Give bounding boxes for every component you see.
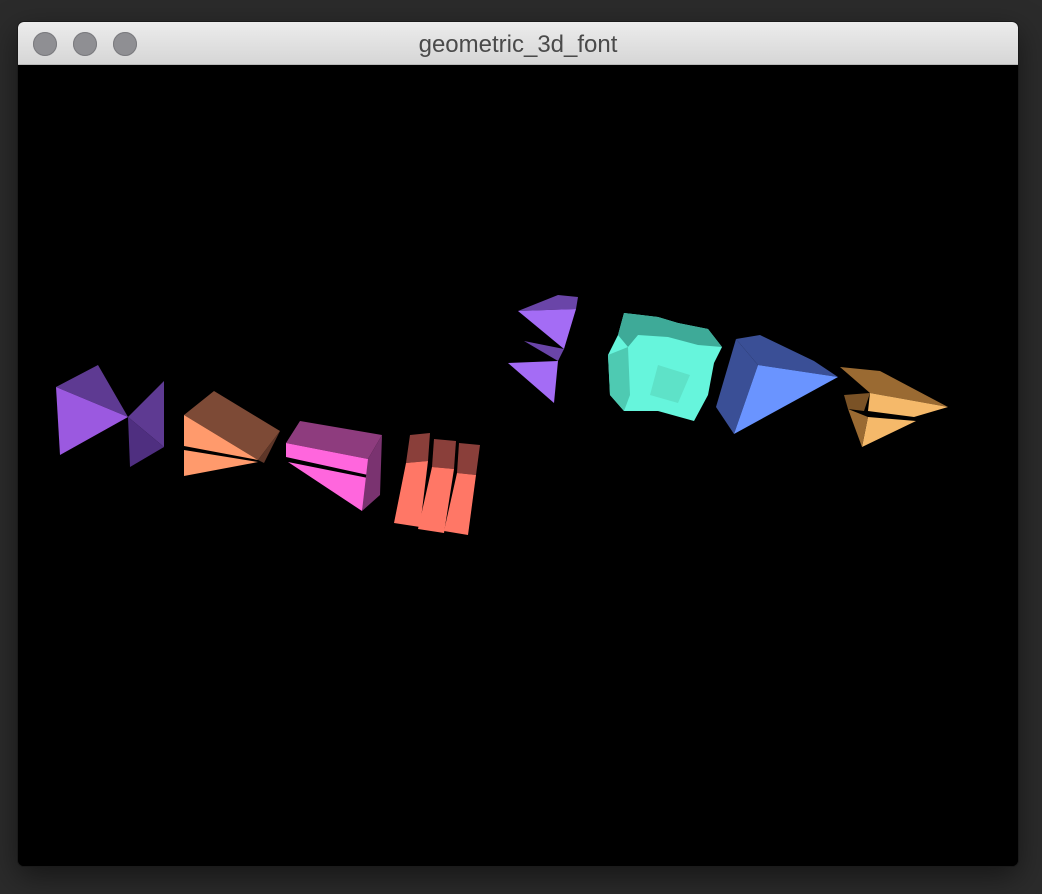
app-window: geometric_3d_font bbox=[18, 22, 1018, 866]
glyph-4 bbox=[394, 433, 480, 535]
glyph-7 bbox=[716, 335, 838, 434]
glyph-2 bbox=[184, 391, 280, 476]
glyph-1 bbox=[56, 365, 164, 467]
glyph-6 bbox=[608, 313, 722, 421]
3d-scene bbox=[56, 295, 948, 535]
glyph-8 bbox=[840, 367, 948, 447]
glyph-3 bbox=[286, 421, 382, 511]
render-viewport[interactable] bbox=[18, 65, 1018, 866]
glyph-5 bbox=[508, 295, 578, 403]
window-title: geometric_3d_font bbox=[418, 31, 618, 58]
title-bar[interactable]: geometric_3d_font bbox=[18, 22, 1018, 65]
